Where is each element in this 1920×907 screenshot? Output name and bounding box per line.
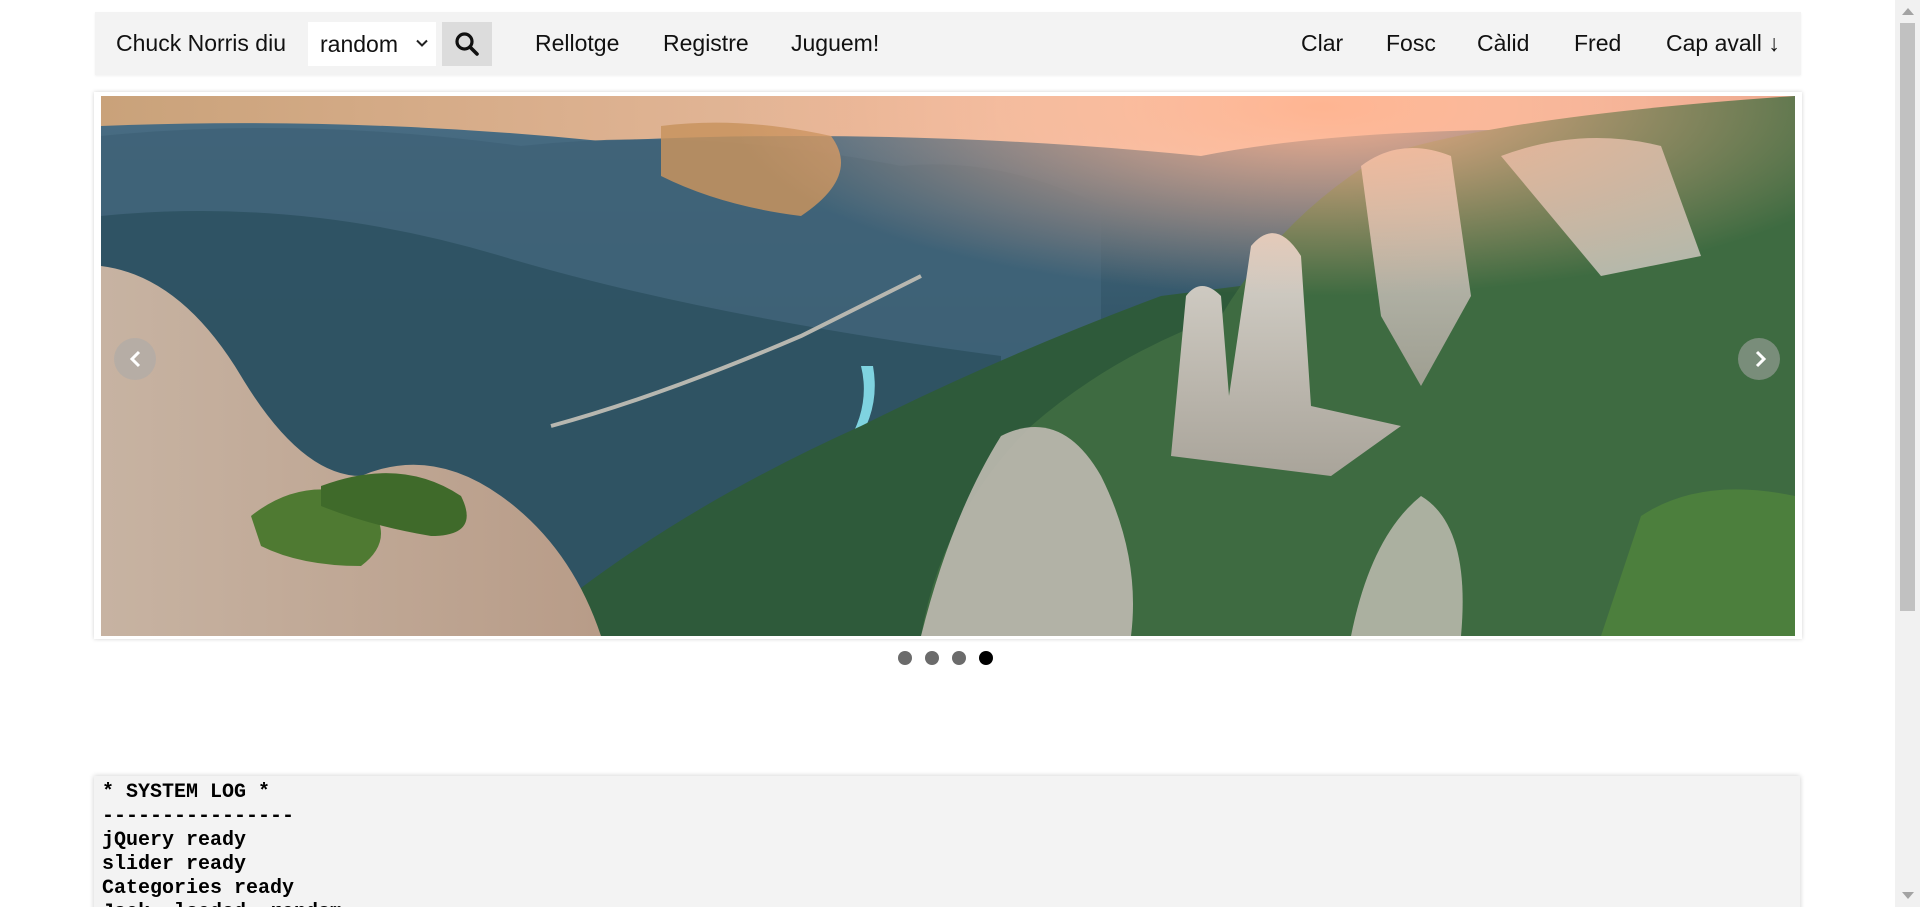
brand-title: Chuck Norris diu [116, 30, 286, 56]
chevron-down-icon [416, 39, 428, 47]
page: Chuck Norris diu random Rellotge Registr… [0, 0, 1920, 907]
scroll-down-arrow-icon[interactable] [1902, 892, 1914, 899]
log-line: jQuery ready [102, 829, 247, 852]
page-scrollbar[interactable] [1895, 0, 1920, 907]
scroll-thumb[interactable] [1900, 23, 1915, 611]
search-icon [455, 32, 479, 56]
joke-category-selected: random [320, 31, 398, 57]
chevron-left-icon [129, 350, 141, 368]
theme-link-fred[interactable]: Fred [1574, 12, 1621, 75]
top-navbar: Chuck Norris diu random Rellotge Registr… [95, 12, 1801, 75]
nav-link-juguem[interactable]: Juguem! [791, 12, 879, 75]
log-line: * SYSTEM LOG * [102, 781, 271, 804]
chevron-right-icon [1755, 350, 1767, 368]
theme-link-fosc[interactable]: Fosc [1386, 12, 1436, 75]
slider-dot-4[interactable] [979, 651, 993, 665]
joke-category-select[interactable]: random [308, 22, 436, 66]
log-line: slider ready [102, 853, 247, 876]
system-log: * SYSTEM LOG * ---------------- jQuery rea… [94, 776, 1800, 907]
scroll-up-arrow-icon[interactable] [1902, 8, 1914, 15]
log-line: ---------------- [102, 805, 295, 828]
slide-image [101, 96, 1795, 636]
mountain-landscape-photo [101, 96, 1795, 636]
nav-link-registre[interactable]: Registre [663, 12, 749, 75]
scroll-down-link[interactable]: Cap avall ↓ [1666, 12, 1780, 75]
slider-dot-2[interactable] [925, 651, 939, 665]
slider-dot-3[interactable] [952, 651, 966, 665]
slider-prev-button[interactable] [114, 338, 156, 380]
log-line: Categories ready [102, 877, 295, 900]
slider-dot-1[interactable] [898, 651, 912, 665]
nav-link-rellotge[interactable]: Rellotge [535, 12, 619, 75]
image-slider [94, 92, 1802, 639]
theme-link-clar[interactable]: Clar [1301, 12, 1343, 75]
theme-link-calid[interactable]: Càlid [1477, 12, 1529, 75]
slider-next-button[interactable] [1738, 338, 1780, 380]
search-button[interactable] [442, 22, 492, 66]
log-line: Jock loaded random [102, 901, 1792, 907]
